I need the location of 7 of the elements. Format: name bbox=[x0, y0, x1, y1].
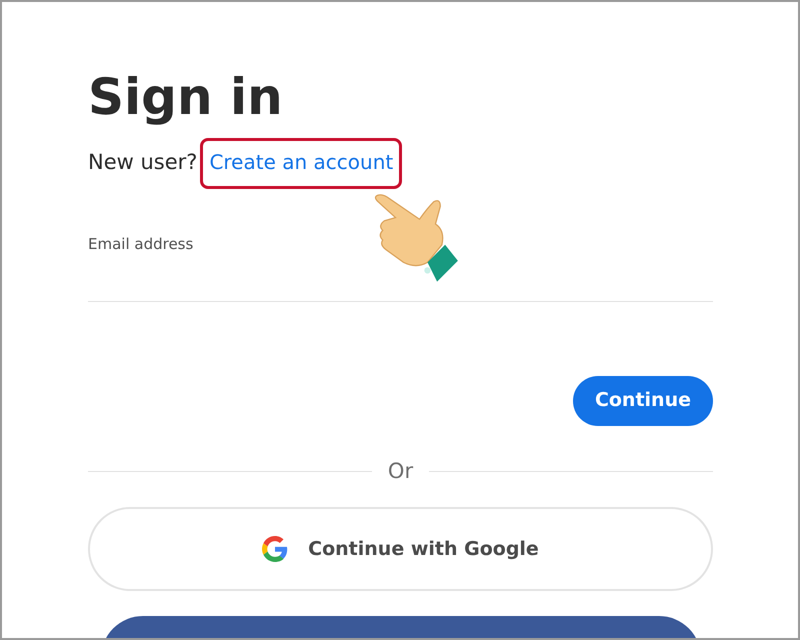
create-account-link[interactable]: Create an account bbox=[209, 150, 394, 174]
google-logo-icon bbox=[262, 536, 288, 562]
divider-label: Or bbox=[388, 458, 414, 484]
email-label: Email address bbox=[88, 234, 194, 255]
new-user-prompt: New user? bbox=[88, 152, 198, 173]
continue-button[interactable]: Continue bbox=[572, 376, 713, 426]
google-button[interactable]: Continue with Google bbox=[88, 507, 713, 591]
